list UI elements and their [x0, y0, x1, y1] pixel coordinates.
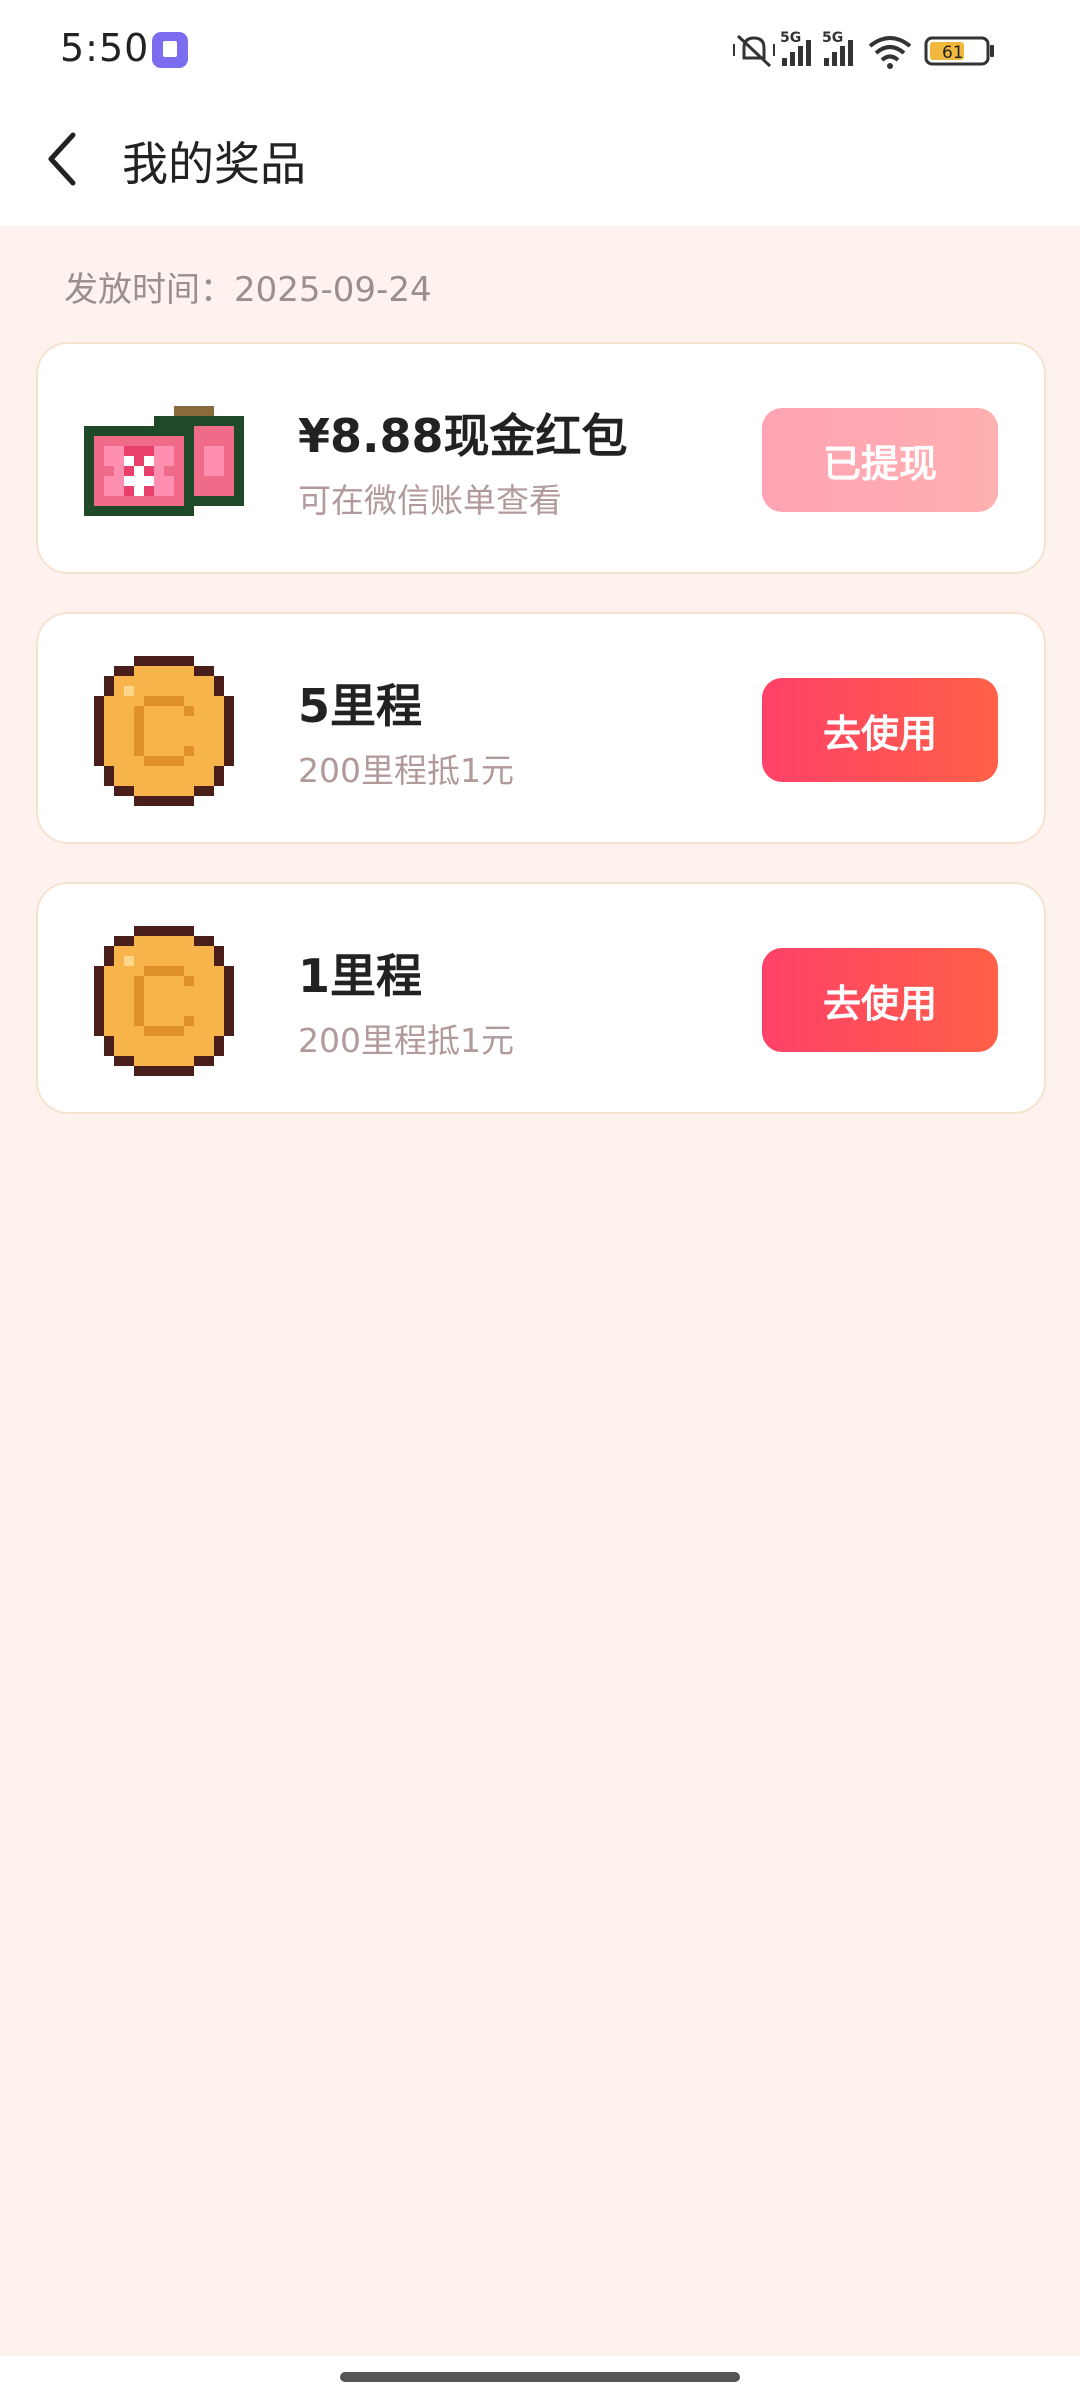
battery-icon: 61 — [924, 36, 994, 66]
gold-coin-icon — [84, 656, 244, 806]
page-title: 我的奖品 — [122, 137, 306, 191]
gold-coin-icon — [84, 926, 244, 1076]
prize-subtitle: 可在微信账单查看 — [298, 481, 562, 520]
prize-subtitle: 200里程抵1元 — [298, 751, 514, 790]
cash-red-envelope-icon — [84, 386, 244, 536]
status-time: 5:50 — [60, 26, 150, 70]
prize-card: ¥8.88现金红包 可在微信账单查看 已提现 — [36, 342, 1046, 574]
prize-card: 1里程 200里程抵1元 去使用 — [36, 882, 1046, 1114]
prize-card: 5里程 200里程抵1元 去使用 — [36, 612, 1046, 844]
app-icon — [152, 32, 188, 68]
use-button[interactable]: 去使用 — [762, 948, 998, 1052]
battery-level: 61 — [942, 43, 964, 63]
home-indicator[interactable] — [340, 2372, 740, 2382]
withdrawn-button[interactable]: 已提现 — [762, 408, 998, 512]
issue-date-label: 发放时间：2025-09-24 — [64, 270, 432, 310]
signal-icon: 5G — [780, 30, 811, 66]
back-button[interactable] — [28, 124, 98, 194]
status-icons: 5G 5G 61 — [730, 28, 1040, 72]
mute-icon — [733, 34, 775, 68]
status-bar: 5:50 5G 5G 61 — [0, 0, 1080, 100]
header: 我的奖品 — [0, 100, 1080, 226]
prize-title: 5里程 — [298, 679, 423, 733]
network-label-2: 5G — [822, 30, 843, 46]
prize-subtitle: 200里程抵1元 — [298, 1021, 514, 1060]
network-label-1: 5G — [780, 30, 801, 46]
chevron-left-icon — [48, 132, 76, 186]
prize-title: 1里程 — [298, 949, 423, 1003]
wifi-icon — [868, 36, 912, 69]
signal-icon: 5G — [822, 30, 853, 66]
prize-title: ¥8.88现金红包 — [298, 409, 628, 463]
use-button[interactable]: 去使用 — [762, 678, 998, 782]
